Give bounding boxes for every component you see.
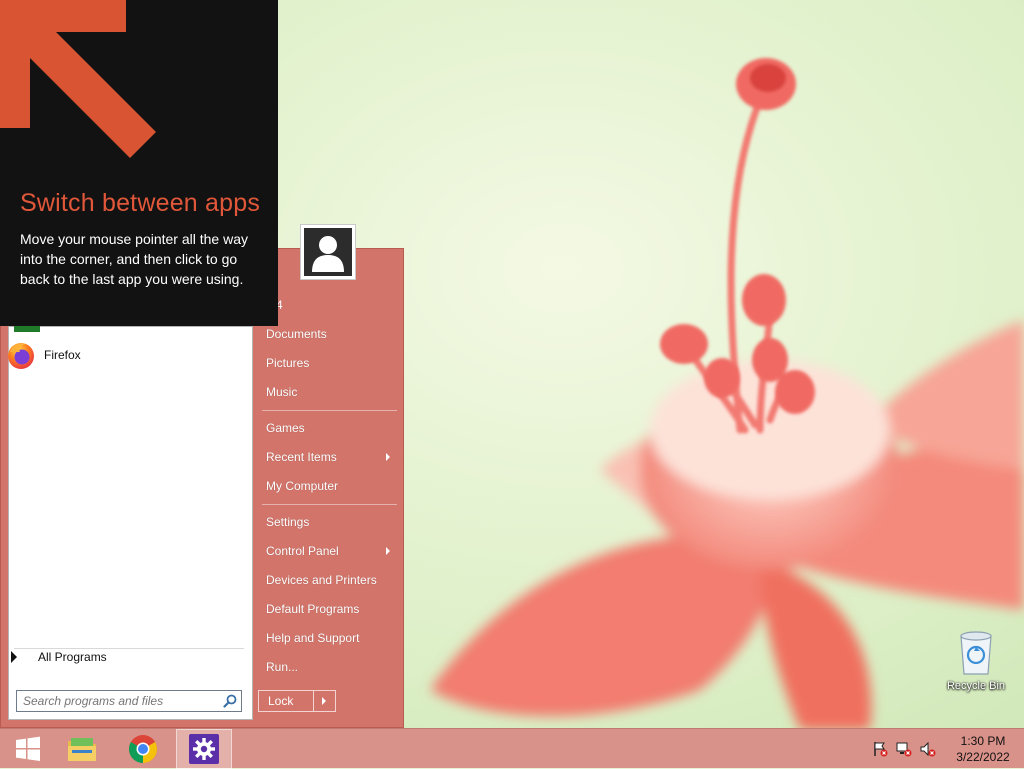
chevron-right-icon (322, 697, 326, 705)
all-programs-label: All Programs (38, 650, 107, 664)
tip-body-text: Move your mouse pointer all the way into… (20, 231, 248, 287)
recycle-bin-desktop-icon[interactable]: Recycle Bin (940, 630, 1012, 692)
start-button[interactable] (0, 729, 56, 769)
search-icon[interactable] (223, 694, 237, 708)
start-right-separator (262, 504, 397, 505)
start-link-documents[interactable]: Documents (266, 327, 327, 341)
action-center-flag-icon[interactable] (872, 741, 888, 757)
network-icon[interactable] (896, 741, 912, 757)
start-menu-separator (14, 648, 244, 649)
program-icon-fragment (14, 326, 40, 332)
start-link-control-panel[interactable]: Control Panel (266, 544, 339, 558)
clock-time: 1:30 PM (960, 734, 1006, 748)
user-avatar-icon (304, 228, 352, 276)
start-link-games[interactable]: Games (266, 421, 305, 435)
start-link-music[interactable]: Music (266, 385, 297, 399)
recycle-bin-label: Recycle Bin (946, 680, 1006, 692)
start-link-pictures[interactable]: Pictures (266, 356, 309, 370)
taskbar: 1:30 PM 3/22/2022 (0, 728, 1024, 769)
start-link-devices-printers[interactable]: Devices and Printers (266, 573, 377, 587)
start-link-help-support[interactable]: Help and Support (266, 631, 359, 645)
expand-arrow-icon (11, 651, 17, 663)
start-link-default-programs[interactable]: Default Programs (266, 602, 359, 616)
volume-muted-icon[interactable] (920, 741, 936, 757)
start-right-separator (262, 410, 397, 411)
shutdown-options-button[interactable] (314, 690, 336, 712)
chrome-icon (129, 735, 157, 763)
taskbar-clock[interactable]: 1:30 PM 3/22/2022 (948, 733, 1018, 765)
submenu-arrow-icon (386, 453, 390, 461)
start-search-box[interactable] (16, 690, 242, 712)
start-link-run[interactable]: Run... (266, 660, 298, 674)
start-link-recent-items[interactable]: Recent Items (266, 450, 337, 464)
start-link-my-computer[interactable]: My Computer (266, 479, 338, 493)
settings-gear-icon (189, 734, 219, 764)
system-tray (872, 741, 936, 757)
firefox-icon (8, 343, 34, 369)
tip-title: Switch between apps (20, 189, 261, 217)
taskbar-settings[interactable] (176, 729, 232, 769)
user-account-picture[interactable] (300, 224, 356, 280)
file-explorer-icon (68, 738, 96, 761)
recycle-bin-icon (960, 631, 992, 675)
lock-button[interactable]: Lock (258, 690, 314, 712)
taskbar-chrome[interactable] (115, 729, 171, 769)
submenu-arrow-icon (386, 547, 390, 555)
taskbar-file-explorer[interactable] (54, 729, 110, 769)
clock-date: 3/22/2022 (956, 750, 1010, 764)
all-programs-button[interactable]: All Programs (10, 650, 107, 664)
corner-arrow-icon (0, 0, 156, 158)
windows-start-icon (16, 736, 40, 761)
switch-apps-tip-panel: Switch between apps Move your mouse poin… (0, 0, 278, 326)
start-link-settings[interactable]: Settings (266, 515, 309, 529)
search-input[interactable] (17, 691, 213, 711)
pinned-program-label: Firefox (44, 348, 81, 362)
pinned-program-firefox[interactable]: Firefox (6, 340, 81, 370)
